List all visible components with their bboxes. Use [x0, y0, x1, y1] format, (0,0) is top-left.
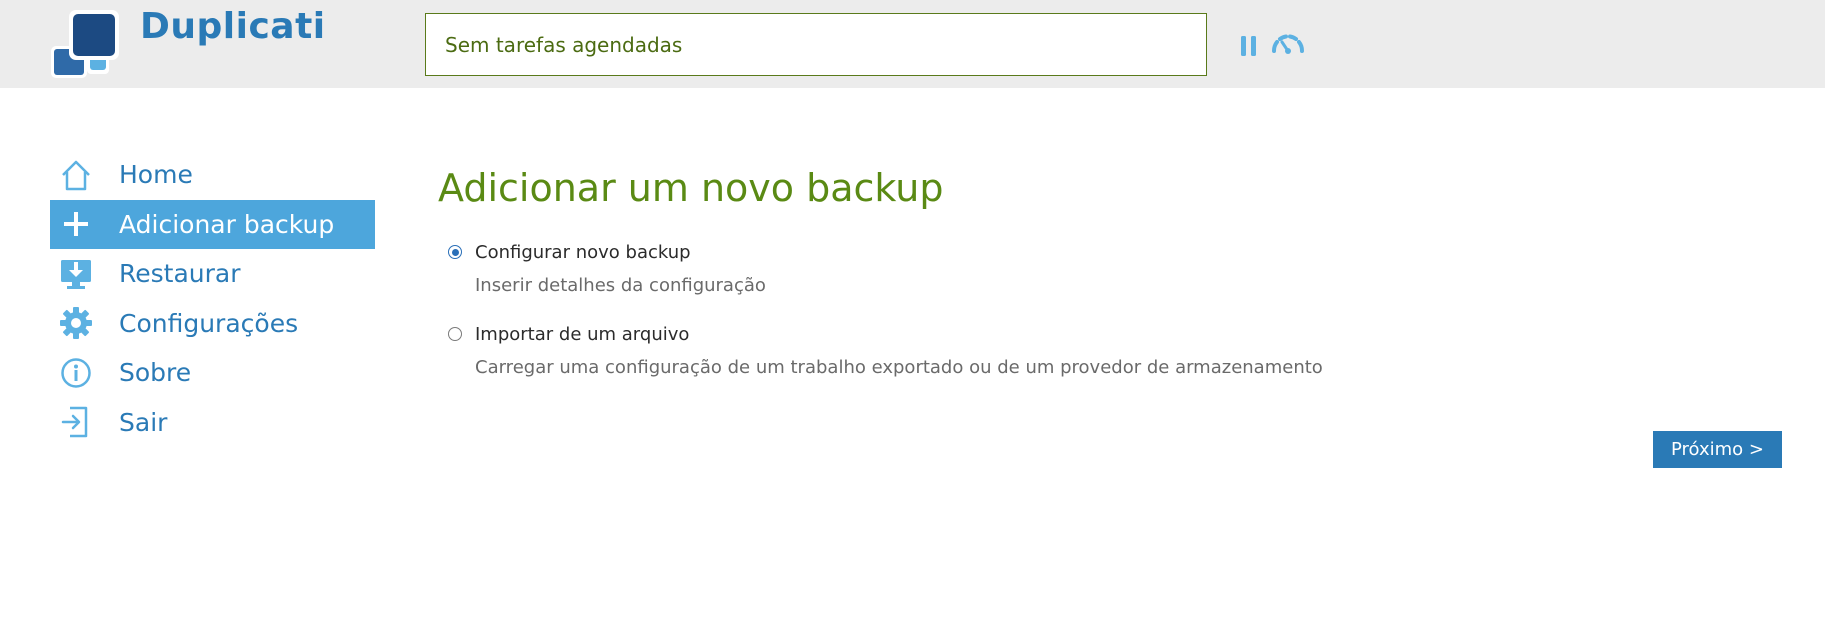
- home-icon: [58, 157, 94, 193]
- gear-icon: [58, 305, 94, 341]
- logout-icon: [58, 404, 94, 440]
- status-text: Sem tarefas agendadas: [445, 32, 683, 57]
- info-icon: [58, 355, 94, 391]
- radio-new-backup[interactable]: [448, 245, 462, 259]
- option-label[interactable]: Importar de um arquivo: [475, 324, 689, 345]
- sidebar-item-add-backup[interactable]: Adicionar backup: [50, 199, 375, 249]
- plus-icon: [58, 206, 94, 242]
- speed-gauge-icon[interactable]: [1270, 33, 1306, 55]
- sidebar-item-label: Sobre: [119, 358, 192, 388]
- page-title: Adicionar um novo backup: [438, 166, 944, 210]
- duplicati-logo-icon[interactable]: [50, 8, 140, 80]
- sidebar-item-label: Adicionar backup: [119, 209, 335, 239]
- main-content: Adicionar um novo backup Configurar novo…: [438, 160, 1788, 378]
- sidebar-item-settings[interactable]: Configurações: [50, 299, 375, 349]
- sidebar-item-label: Configurações: [119, 308, 299, 338]
- top-header: Duplicati Sem tarefas agendadas: [0, 0, 1825, 88]
- sidebar-item-restore[interactable]: Restaurar: [50, 249, 375, 299]
- option-label[interactable]: Configurar novo backup: [475, 242, 691, 263]
- sidebar-item-label: Restaurar: [119, 259, 241, 289]
- option-description: Carregar uma configuração de um trabalho…: [475, 357, 1323, 378]
- restore-download-icon: [58, 256, 94, 292]
- app-title[interactable]: Duplicati: [140, 6, 326, 47]
- radio-import-file[interactable]: [448, 327, 462, 341]
- pause-icon[interactable]: [1238, 34, 1260, 58]
- sidebar-nav: Home Adicionar backup Restaurar Configur…: [50, 150, 375, 447]
- option-description: Inserir detalhes da configuração: [475, 275, 766, 296]
- sidebar-item-label: Sair: [119, 407, 168, 437]
- status-bar: Sem tarefas agendadas: [425, 13, 1207, 76]
- sidebar-item-logout[interactable]: Sair: [50, 398, 375, 448]
- sidebar-item-home[interactable]: Home: [50, 150, 375, 200]
- sidebar-item-label: Home: [119, 160, 193, 190]
- sidebar-item-about[interactable]: Sobre: [50, 348, 375, 398]
- next-button[interactable]: Próximo >: [1653, 431, 1782, 468]
